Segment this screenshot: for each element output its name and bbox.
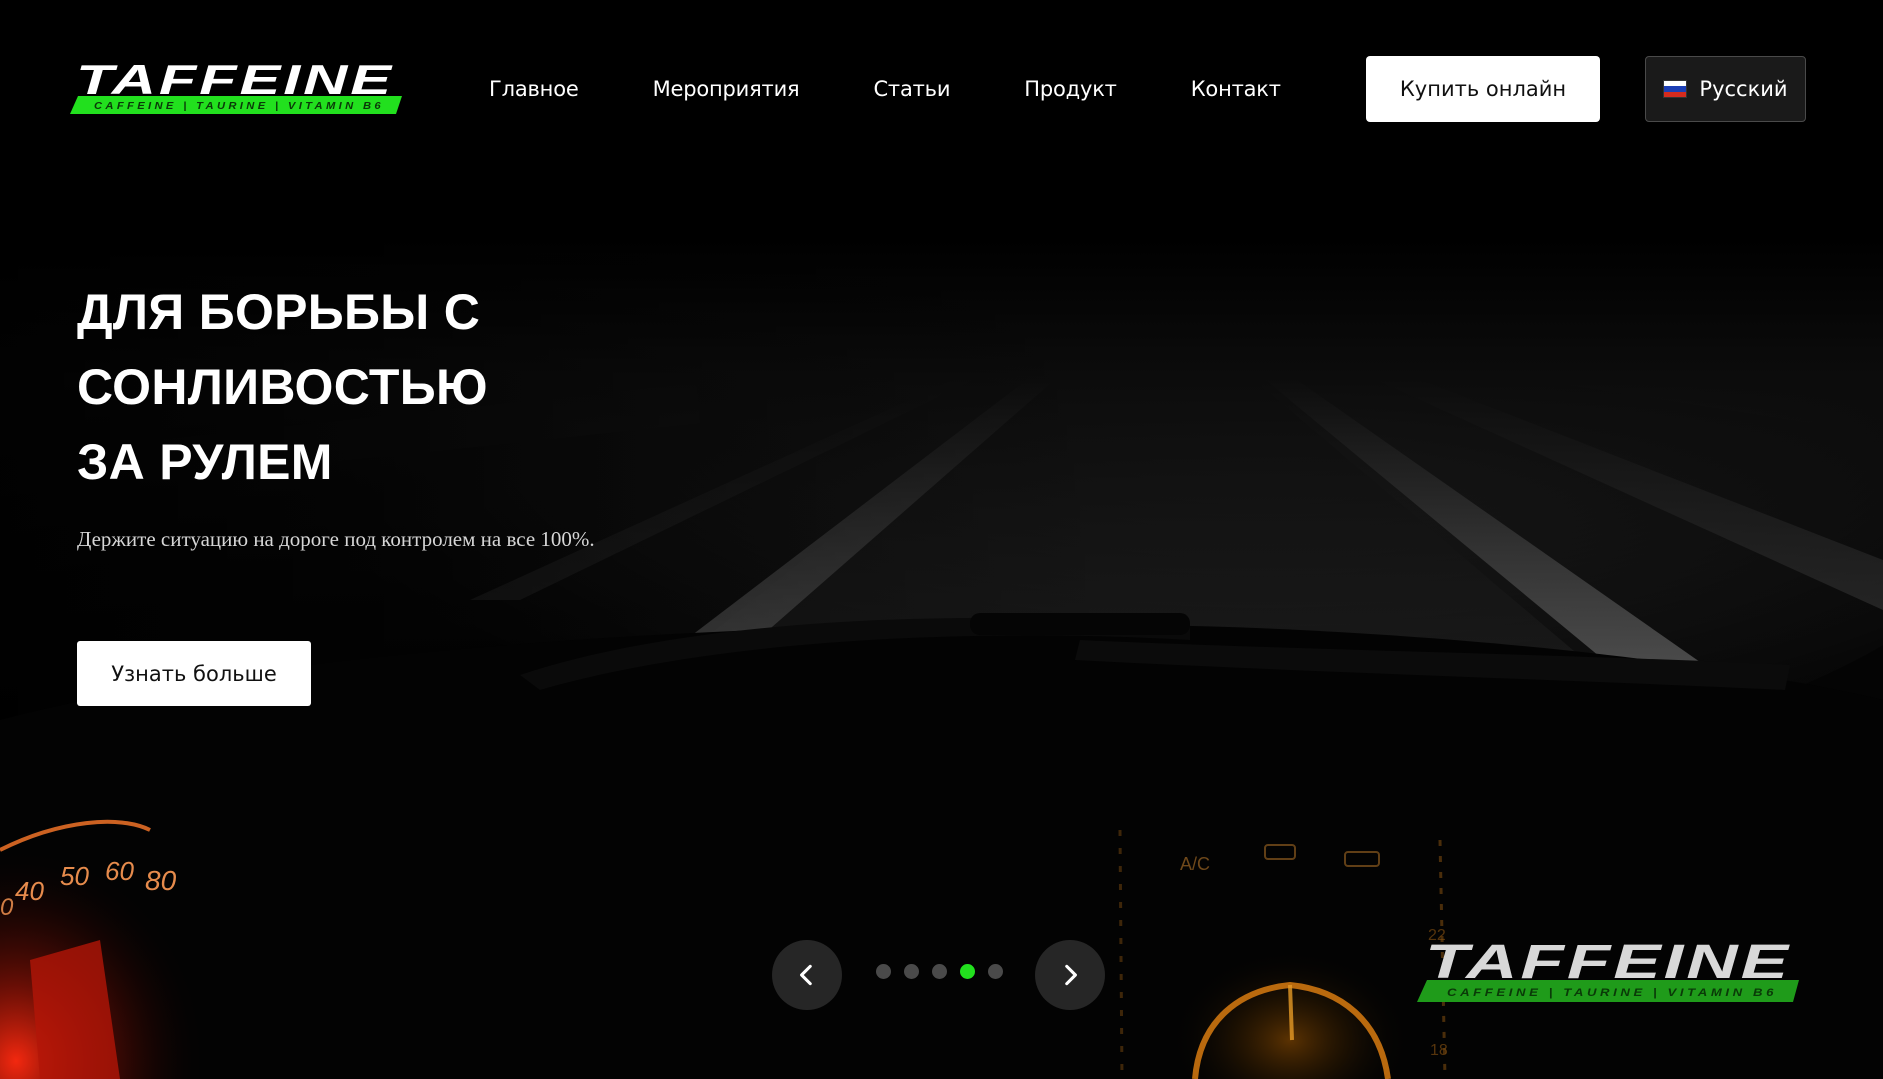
chevron-left-icon bbox=[800, 964, 812, 986]
nav-item-articles[interactable]: Статьи bbox=[873, 74, 950, 104]
speedometer-tick-80: 80 bbox=[145, 865, 177, 896]
site-header: TAFFEINE CAFFEINE | TAURINE | VITAMIN B6… bbox=[0, 0, 1883, 180]
hero-subtitle: Держите ситуацию на дороге под контролем… bbox=[77, 527, 595, 551]
nav-item-home[interactable]: Главное bbox=[489, 74, 579, 104]
slider-prev-button[interactable] bbox=[772, 940, 842, 1010]
gauge-mark-18: 18 bbox=[1430, 1042, 1448, 1059]
ac-label: A/C bbox=[1180, 854, 1210, 874]
product-logo-wordmark: TAFFEINE bbox=[1425, 940, 1791, 989]
language-label: Русский bbox=[1699, 77, 1788, 101]
product-logo-tagline: CAFFEINE | TAURINE | VITAMIN B6 bbox=[1447, 987, 1777, 999]
brand-logo-tagline: CAFFEINE | TAURINE | VITAMIN B6 bbox=[94, 101, 384, 112]
slider-dot-2[interactable] bbox=[904, 964, 919, 979]
speedometer-tick-50: 50 bbox=[60, 861, 89, 891]
nav-item-events[interactable]: Мероприятия bbox=[653, 74, 800, 104]
hero-title-line-2: СОНЛИВОСТЬЮ bbox=[77, 359, 488, 415]
hero-title-line-3: ЗА РУЛЕМ bbox=[77, 434, 333, 490]
learn-more-button[interactable]: Узнать больше bbox=[77, 641, 311, 706]
hero-section: ДЛЯ БОРЬБЫ С СОНЛИВОСТЬЮ ЗА РУЛЕМ Держит… bbox=[77, 275, 637, 557]
slider-pagination bbox=[876, 964, 1003, 979]
nav-item-contact[interactable]: Контакт bbox=[1191, 74, 1281, 104]
speedometer-tick-0: 0 bbox=[0, 894, 14, 921]
product-logo-badge: TAFFEINE CAFFEINE | TAURINE | VITAMIN B6 bbox=[1417, 940, 1799, 1002]
main-nav: Главное Мероприятия Статьи Продукт Конта… bbox=[489, 74, 1355, 104]
slider-dot-5[interactable] bbox=[988, 964, 1003, 979]
buy-online-button[interactable]: Купить онлайн bbox=[1366, 56, 1600, 122]
brand-logo[interactable]: TAFFEINE CAFFEINE | TAURINE | VITAMIN B6 bbox=[70, 60, 402, 114]
speedometer-tick-60: 60 bbox=[105, 856, 134, 886]
hero-title: ДЛЯ БОРЬБЫ С СОНЛИВОСТЬЮ ЗА РУЛЕМ bbox=[77, 275, 637, 500]
brand-logo-wordmark: TAFFEINE bbox=[76, 60, 394, 103]
slider-dot-1[interactable] bbox=[876, 964, 891, 979]
chevron-right-icon bbox=[1065, 964, 1077, 986]
slider-next-button[interactable] bbox=[1035, 940, 1105, 1010]
speedometer-tick-40: 40 bbox=[15, 876, 44, 906]
hero-title-line-1: ДЛЯ БОРЬБЫ С bbox=[77, 284, 481, 340]
language-selector[interactable]: Русский bbox=[1645, 56, 1806, 122]
russia-flag-icon bbox=[1663, 80, 1688, 98]
page: 40 50 60 80 0 A/C 22 18 TAFFEINE CAFFEIN… bbox=[0, 0, 1883, 1079]
nav-item-product[interactable]: Продукт bbox=[1024, 74, 1117, 104]
slider-dot-4[interactable] bbox=[960, 964, 975, 979]
slider-dot-3[interactable] bbox=[932, 964, 947, 979]
